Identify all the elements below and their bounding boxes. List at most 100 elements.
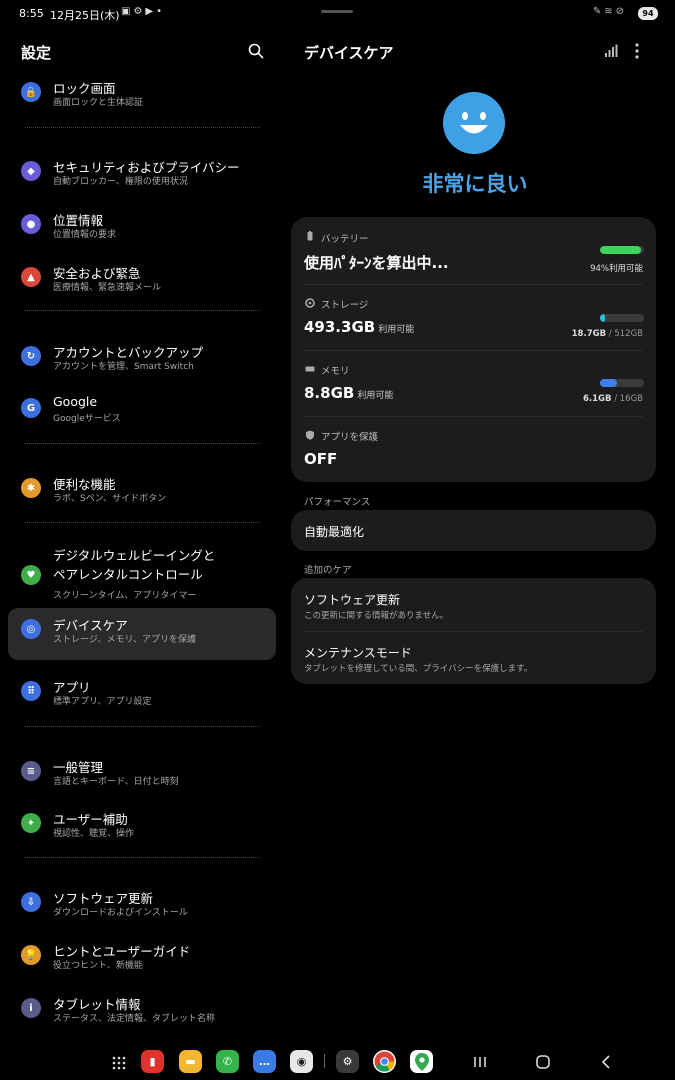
settings-item-subtitle: 視認性、聴覚、操作 — [53, 829, 135, 839]
app-protection-value: OFF — [304, 450, 338, 468]
recent-apps-button[interactable] — [472, 1054, 488, 1070]
settings-item[interactable]: ≡ 一般管理 言語とキーボード、日付と時刻 — [8, 750, 276, 802]
settings-item-icon: ◆ — [21, 161, 41, 181]
settings-item[interactable]: ✦ ユーザー補助 視認性、聴覚、操作 — [8, 802, 276, 854]
drag-handle[interactable] — [321, 10, 353, 13]
section-divider — [25, 857, 260, 858]
settings-item-subtitle: 役立つヒント、新機能 — [53, 961, 143, 971]
additional-care-card: ソフトウェア更新 この更新に関する情報がありません。 メンテナンスモード タブレ… — [291, 578, 656, 684]
battery-label: バッテリー — [321, 234, 369, 245]
shield-icon — [306, 430, 314, 440]
settings-item-subtitle: ラボ、Sペン、サイドボタン — [53, 494, 167, 504]
settings-item-icon: ● — [21, 214, 41, 234]
device-status-text: 非常に良い — [422, 172, 528, 196]
settings-item-subtitle: ステータス、法定情報、タブレット名称 — [53, 1014, 216, 1024]
settings-item-subtitle: 標準アプリ、アプリ設定 — [53, 697, 152, 707]
settings-item-icon: ◎ — [21, 619, 41, 639]
settings-item-subtitle: Googleサービス — [53, 414, 121, 424]
settings-item-label-line: デジタルウェルビーイングと — [53, 548, 216, 563]
settings-item-icon: ▲ — [21, 267, 41, 287]
settings-title: 設定 — [21, 44, 52, 62]
settings-item-label-line: ペアレンタルコントロール — [53, 567, 203, 582]
settings-item-subtitle: アカウントを管理、Smart Switch — [53, 362, 194, 372]
settings-app-icon[interactable]: ⚙ — [336, 1050, 359, 1073]
battery-row[interactable]: バッテリー 使用ﾊﾟﾀｰﾝを算出中... 94%利用可能 — [291, 217, 656, 284]
settings-item-label: デジタルウェルビーイングと ペアレンタルコントロール — [53, 546, 215, 584]
more-options-icon[interactable] — [632, 42, 642, 60]
auto-optimize-label: 自動最適化 — [304, 525, 365, 539]
settings-item-icon: G — [21, 398, 41, 418]
settings-item[interactable]: ● 位置情報 位置情報の要求 — [8, 203, 276, 255]
memory-caption: 6.1GB / 16GB — [582, 394, 643, 404]
storage-bar — [600, 314, 644, 322]
section-divider — [25, 443, 260, 444]
notification-icons: ▣⚙▶• — [121, 6, 166, 17]
settings-item-icon: ✱ — [21, 478, 41, 498]
device-care-title: デバイスケア — [304, 44, 394, 62]
camera-app-icon[interactable]: ◉ — [290, 1050, 313, 1073]
settings-item[interactable]: ⠿ アプリ 標準アプリ、アプリ設定 — [8, 670, 276, 722]
settings-item[interactable]: ♥ デジタルウェルビーイングと ペアレンタルコントロール スクリーンタイム、アプリタイ… — [8, 545, 276, 605]
files-app-icon[interactable]: ▬ — [179, 1050, 202, 1073]
software-update-row[interactable]: ソフトウェア更新 この更新に関する情報がありません。 — [291, 578, 656, 631]
battery-caption: 94%利用可能 — [590, 264, 643, 274]
auto-optimize-card[interactable]: 自動最適化 — [291, 510, 656, 551]
settings-item[interactable]: ⇩ ソフトウェア更新 ダウンロードおよびインストール — [8, 881, 276, 933]
chrome-app-icon[interactable] — [373, 1050, 396, 1073]
maintenance-mode-sub: タブレットを修理している間、プライバシーを保護します。 — [304, 664, 533, 674]
signal-icon[interactable] — [604, 44, 618, 58]
software-update-title: ソフトウェア更新 — [304, 593, 401, 607]
back-button[interactable] — [599, 1054, 615, 1070]
section-divider — [25, 522, 260, 523]
battery-icon: 94 — [638, 7, 658, 20]
software-update-sub: この更新に関する情報がありません。 — [304, 611, 449, 621]
settings-item-subtitle: ストレージ、メモリ、アプリを保護 — [53, 635, 197, 645]
app-protection-label: アプリを保護 — [321, 432, 379, 443]
memory-label: メモリ — [321, 366, 350, 377]
settings-item[interactable]: ◎ デバイスケア ストレージ、メモリ、アプリを保護 — [8, 608, 276, 660]
app-drawer-icon[interactable] — [112, 1056, 126, 1070]
settings-item[interactable]: ▲ 安全および緊急 医療情報、緊急速報メール — [8, 256, 276, 308]
storage-icon — [305, 298, 315, 308]
settings-item[interactable]: ✱ 便利な機能 ラボ、Sペン、サイドボタン — [8, 467, 276, 519]
storage-caption: 18.7GB / 512GB — [571, 329, 643, 339]
settings-item[interactable]: 🔒 ロック画面 画面ロックと生体認証 — [8, 71, 276, 123]
notes-app-icon[interactable]: ▮ — [141, 1050, 164, 1073]
maintenance-mode-row[interactable]: メンテナンスモード タブレットを修理している間、プライバシーを保護します。 — [291, 631, 656, 684]
memory-row[interactable]: メモリ 8.8GB 利用可能 6.1GB / 16GB — [291, 350, 656, 416]
memory-value: 8.8GB 利用可能 — [304, 384, 394, 402]
status-bar: 8:55 12月25日(木) ▣⚙▶• ✎≋⊘ 94 — [0, 0, 675, 28]
battery-icon — [307, 231, 313, 241]
settings-item[interactable]: ↻ アカウントとバックアップ アカウントを管理、Smart Switch — [8, 335, 276, 387]
settings-item-icon: i — [21, 998, 41, 1018]
section-divider — [25, 726, 260, 727]
smiley-face-icon — [443, 92, 505, 154]
settings-item-icon: ≡ — [21, 761, 41, 781]
settings-item-subtitle: スクリーンタイム、アプリタイマー — [53, 591, 197, 601]
settings-item-subtitle: 自動ブロッカー、権限の使用状況 — [53, 177, 188, 187]
messages-app-icon[interactable]: … — [253, 1050, 276, 1073]
settings-item[interactable]: i タブレット情報 ステータス、法定情報、タブレット名称 — [8, 987, 276, 1039]
settings-item-icon: ⠿ — [21, 681, 41, 701]
storage-value: 493.3GB 利用可能 — [304, 318, 415, 336]
storage-label: ストレージ — [321, 300, 369, 311]
taskbar-divider — [324, 1054, 325, 1068]
settings-item[interactable]: 💡 ヒントとユーザーガイド 役立つヒント、新機能 — [8, 934, 276, 986]
settings-item-subtitle: 位置情報の要求 — [53, 230, 117, 240]
section-divider — [25, 310, 260, 311]
storage-row[interactable]: ストレージ 493.3GB 利用可能 18.7GB / 512GB — [291, 284, 656, 350]
performance-section-label: パフォーマンス — [304, 497, 371, 508]
settings-item-subtitle: ダウンロードおよびインストール — [53, 908, 188, 918]
memory-icon — [305, 366, 315, 372]
settings-item[interactable]: G Google Googleサービス — [8, 387, 276, 439]
search-icon[interactable] — [248, 43, 264, 59]
settings-item-icon: 🔒 — [21, 82, 41, 102]
app-protection-row[interactable]: アプリを保護 OFF — [291, 416, 656, 482]
phone-app-icon[interactable]: ✆ — [216, 1050, 239, 1073]
battery-value: 使用ﾊﾟﾀｰﾝを算出中... — [304, 254, 449, 272]
maps-app-icon[interactable] — [410, 1050, 433, 1073]
settings-item[interactable]: ◆ セキュリティおよびプライバシー 自動ブロッカー、権限の使用状況 — [8, 150, 276, 202]
system-status-icons: ✎≋⊘ — [592, 6, 627, 17]
home-button[interactable] — [535, 1054, 551, 1070]
status-time: 8:55 — [19, 7, 44, 20]
